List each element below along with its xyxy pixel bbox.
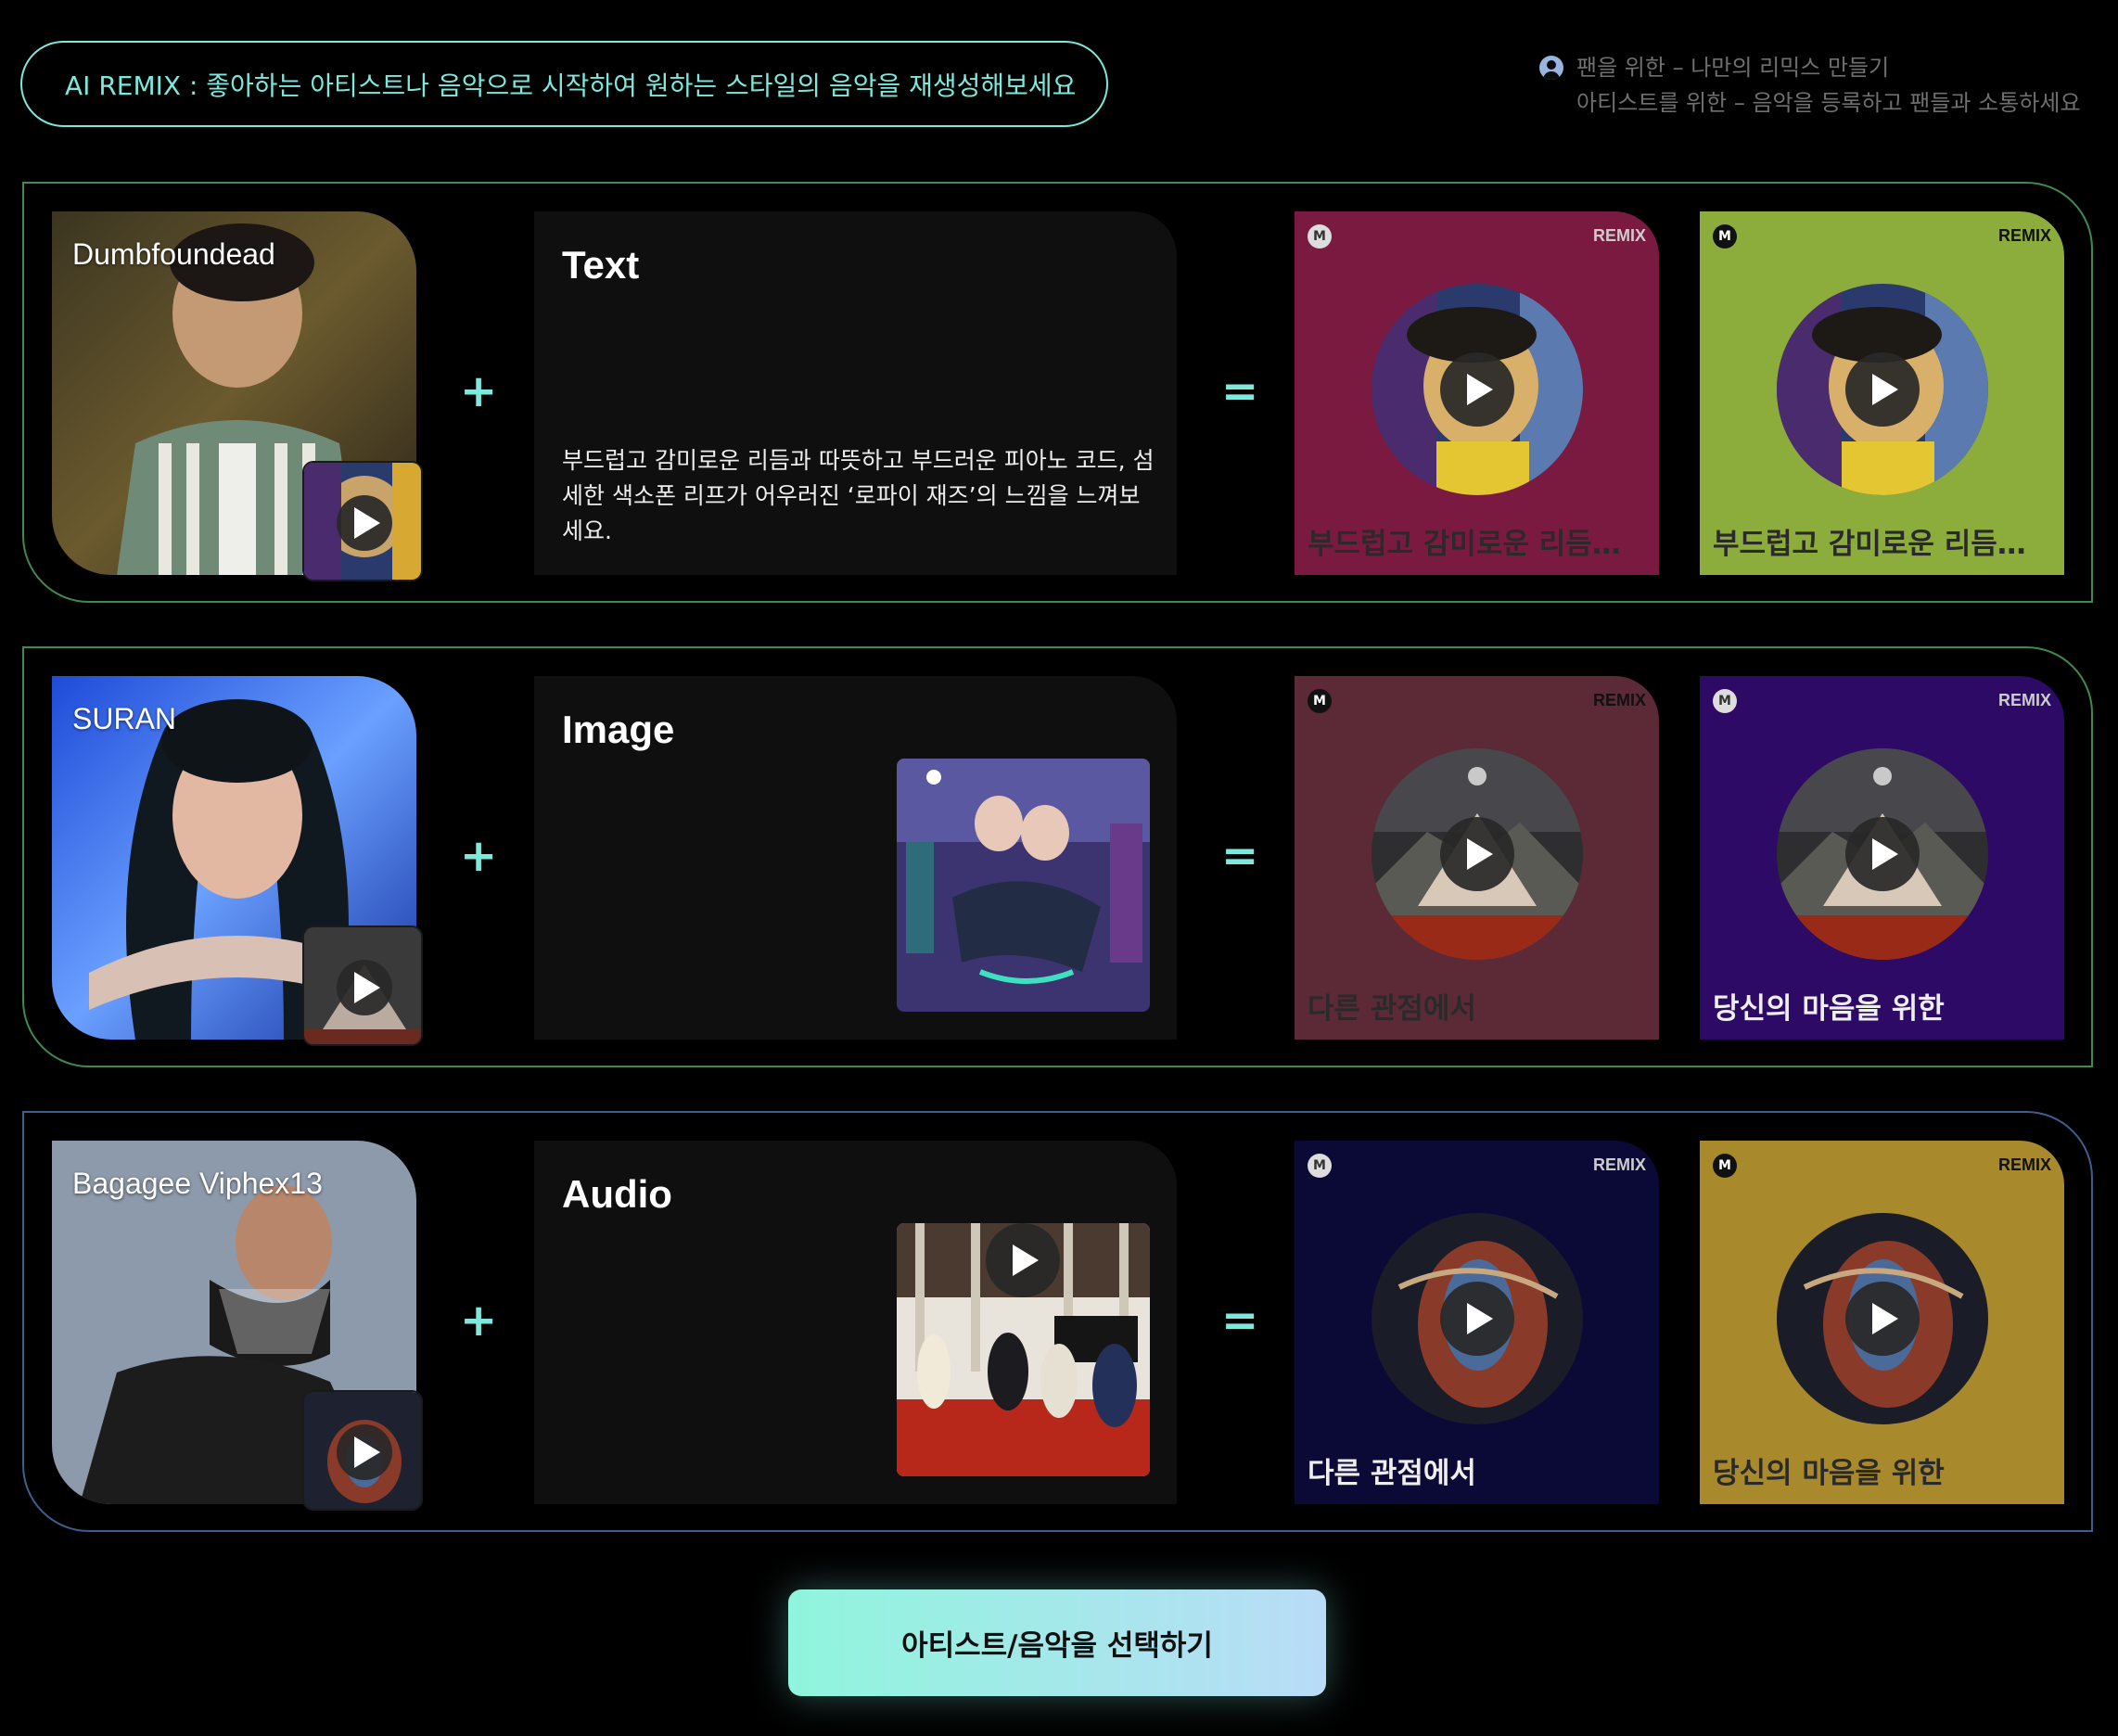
input-card-audio[interactable]: Audio — [534, 1141, 1177, 1504]
m-logo-icon: M — [1308, 1154, 1332, 1178]
play-icon[interactable] — [1845, 352, 1920, 427]
input-type-label: Text — [562, 243, 640, 287]
remix-card[interactable]: M REMIX 당신의 마음을 위한 — [1700, 676, 2064, 1040]
artist-track-thumb[interactable] — [302, 925, 423, 1046]
play-icon[interactable] — [1440, 1282, 1514, 1356]
plus-operator: + — [460, 1295, 498, 1347]
play-icon[interactable] — [1440, 352, 1514, 427]
artist-track-thumb[interactable] — [302, 1390, 423, 1511]
equals-operator: = — [1221, 1295, 1259, 1347]
input-card-text[interactable]: Text 부드럽고 감미로운 리듬과 따뜻하고 부드러운 피아노 코드, 섬세한… — [534, 211, 1177, 575]
audience-info: 팬을 위한 – 나만의 리믹스 만들기 아티스트를 위한 – 음악을 등록하고 … — [1539, 50, 2096, 121]
m-logo-icon: M — [1308, 224, 1332, 249]
remix-card[interactable]: M REMIX 부드럽고 감미로운 리듬과 따뜻하고 — [1700, 211, 2064, 575]
remix-title: 부드럽고 감미로운 리듬과 따뜻하고 — [1713, 528, 2051, 561]
remix-tag: REMIX — [1997, 1155, 2051, 1174]
m-logo-icon: M — [1713, 1154, 1737, 1178]
remix-row-text: Dumbfoundead + Text 부드럽고 감미로운 리듬과 따뜻하고 부… — [22, 182, 2093, 603]
equals-operator: = — [1221, 830, 1259, 882]
remix-tag: REMIX — [1592, 226, 1646, 245]
remix-title: 당신의 마음을 위한 — [1713, 1457, 1945, 1490]
plus-operator: + — [460, 830, 498, 882]
artist-name: Dumbfoundead — [72, 237, 275, 271]
play-icon[interactable] — [337, 1424, 392, 1480]
input-card-image[interactable]: Image — [534, 676, 1177, 1040]
info-artists-text: 아티스트를 위한 – 음악을 등록하고 팬들과 소통하세요 — [1576, 90, 2081, 116]
artist-name: SURAN — [72, 702, 177, 735]
cta-label: 아티스트/음악을 선택하기 — [901, 1629, 1213, 1663]
ai-remix-banner: AI REMIX : 좋아하는 아티스트나 음악으로 시작하여 원하는 스타일의… — [20, 41, 1108, 127]
user-circle-icon — [1539, 56, 1563, 80]
plus-operator: + — [460, 365, 498, 417]
play-icon[interactable] — [1845, 1282, 1920, 1356]
remix-tag: REMIX — [1997, 691, 2051, 709]
artist-name: Bagagee Viphex13 — [72, 1167, 323, 1200]
remix-row-image: SURAN + Image = M REMIX 다른 관점에서 M REMIX … — [22, 646, 2093, 1067]
input-type-label: Audio — [562, 1172, 672, 1216]
remix-card[interactable]: M REMIX 당신의 마음을 위한 — [1700, 1141, 2064, 1504]
remix-card[interactable]: M REMIX 다른 관점에서 — [1295, 1141, 1659, 1504]
remix-title: 당신의 마음을 위한 — [1713, 992, 1945, 1026]
m-logo-icon: M — [1713, 224, 1737, 249]
play-icon[interactable] — [986, 1223, 1060, 1297]
input-type-label: Image — [562, 708, 675, 751]
remix-title: 다른 관점에서 — [1308, 1457, 1476, 1490]
remix-tag: REMIX — [1997, 226, 2051, 245]
input-prompt-text: 부드럽고 감미로운 리듬과 따뜻하고 부드러운 피아노 코드, 섬세한 색소폰 … — [562, 447, 1155, 544]
info-fans-text: 팬을 위한 – 나만의 리믹스 만들기 — [1576, 55, 1890, 81]
remix-row-audio: Bagagee Viphex13 + Audio = M REMIX 다른 관점… — [22, 1111, 2093, 1532]
play-icon[interactable] — [337, 960, 392, 1015]
select-artist-music-button[interactable]: 아티스트/음악을 선택하기 — [788, 1589, 1326, 1696]
remix-tag: REMIX — [1592, 691, 1646, 709]
remix-title: 다른 관점에서 — [1308, 992, 1476, 1026]
remix-card[interactable]: M REMIX 다른 관점에서 — [1295, 676, 1659, 1040]
artist-track-thumb[interactable] — [302, 461, 423, 581]
play-icon[interactable] — [1440, 817, 1514, 891]
info-line-artists: 아티스트를 위한 – 음악을 등록하고 팬들과 소통하세요 — [1539, 85, 2096, 121]
input-image-thumb — [897, 759, 1150, 1012]
m-logo-icon: M — [1308, 689, 1332, 713]
m-logo-icon: M — [1713, 689, 1737, 713]
remix-tag: REMIX — [1592, 1155, 1646, 1174]
remix-title: 부드럽고 감미로운 리듬과 따뜻하고 — [1308, 528, 1646, 561]
equals-operator: = — [1221, 365, 1259, 417]
play-icon[interactable] — [337, 495, 392, 551]
play-icon[interactable] — [1845, 817, 1920, 891]
info-line-fans: 팬을 위한 – 나만의 리믹스 만들기 — [1539, 50, 2096, 85]
banner-text: AI REMIX : 좋아하는 아티스트나 음악으로 시작하여 원하는 스타일의… — [65, 70, 1077, 101]
remix-card[interactable]: M REMIX 부드럽고 감미로운 리듬과 따뜻하고 — [1295, 211, 1659, 575]
